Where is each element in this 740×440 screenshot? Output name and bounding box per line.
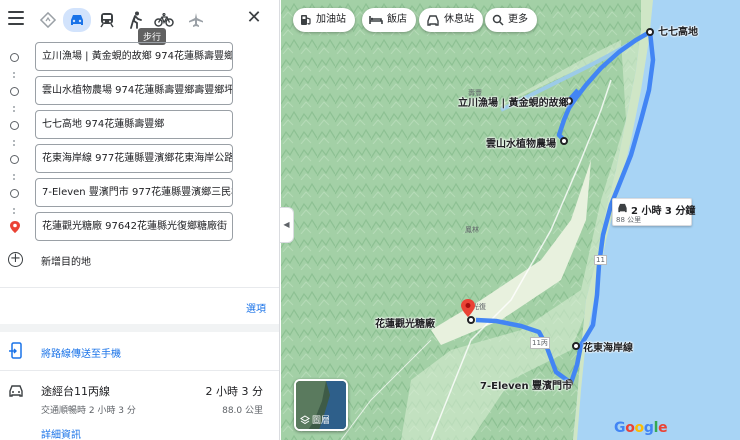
route-traffic: 交通順暢時 2 小時 3 分 bbox=[41, 406, 136, 416]
town-label: 鳳林 bbox=[465, 226, 479, 234]
callout-distance: 88 公里 bbox=[616, 216, 642, 224]
options-link[interactable]: 選項 bbox=[246, 300, 266, 315]
send-to-phone-label: 將路線傳送至手機 bbox=[41, 349, 121, 360]
plane-icon[interactable] bbox=[185, 9, 207, 31]
car-icon bbox=[9, 385, 23, 397]
travel-mode-bar: ✕ 步行 bbox=[0, 0, 279, 45]
chip-hotel[interactable]: 飯店 bbox=[362, 8, 416, 32]
divider bbox=[0, 287, 279, 288]
stop-dot-icon bbox=[10, 87, 19, 96]
route-distance: 88.0 公里 bbox=[222, 406, 263, 416]
chip-label: 休息站 bbox=[444, 14, 474, 25]
stop-input[interactable]: 花蓮觀光糖廠 97642花蓮縣光復鄉糖廠街 bbox=[35, 212, 233, 241]
map-label-lichuan[interactable]: 立川漁場 | 黃金蜆的故鄉 bbox=[458, 94, 569, 109]
chip-rest-stop[interactable]: 休息站 bbox=[419, 8, 483, 32]
route-duration: 2 小時 3 分 bbox=[205, 385, 264, 398]
send-to-phone-button[interactable]: 將路線傳送至手機 bbox=[0, 340, 279, 364]
directions-panel: ✕ 步行 立川漁場 | 黃金蜆的故鄉 974花蓮縣壽豐鄉 雲山水植物農場 974… bbox=[0, 0, 280, 440]
layers-button[interactable]: 圖層 bbox=[294, 379, 348, 431]
waypoint-marker[interactable] bbox=[646, 28, 654, 36]
map-canvas[interactable]: 加油站 飯店 休息站 更多 壽豐 鳳林 光復 11丙 11 七七高地 立川漁場 … bbox=[281, 0, 740, 440]
route-details-link[interactable]: 詳細資訊 bbox=[41, 426, 81, 440]
send-to-phone-icon bbox=[9, 342, 22, 359]
route-via: 途經台11丙線 bbox=[41, 385, 110, 398]
google-logo: Google bbox=[614, 420, 668, 436]
chip-label: 更多 bbox=[508, 14, 528, 25]
map-label-sugar[interactable]: 花蓮觀光糖廠 bbox=[375, 315, 435, 330]
gas-station-icon bbox=[301, 15, 311, 25]
map-label-seven[interactable]: 7-Eleven 豐濱門市 bbox=[480, 377, 572, 392]
stop-row: 立川漁場 | 黃金蜆的故鄉 974花蓮縣壽豐鄉 bbox=[0, 42, 279, 72]
layers-label: 圖層 bbox=[300, 413, 330, 426]
add-icon: + bbox=[8, 252, 23, 267]
best-route-icon[interactable] bbox=[37, 9, 59, 31]
road-shield: 11丙 bbox=[530, 337, 550, 349]
destination-pin-icon bbox=[10, 221, 20, 233]
waypoint-marker[interactable] bbox=[560, 137, 568, 145]
map-label-coast[interactable]: 花東海岸線 bbox=[583, 339, 633, 354]
stop-dot-icon bbox=[10, 121, 19, 130]
chip-label: 加油站 bbox=[316, 14, 346, 25]
train-icon[interactable] bbox=[96, 9, 118, 31]
stop-row: 七七高地 974花蓮縣壽豐鄉 bbox=[0, 110, 279, 140]
chip-more[interactable]: 更多 bbox=[485, 8, 537, 32]
stop-input[interactable]: 雲山水植物農場 974花蓮縣壽豐鄉壽豐鄉坪路 bbox=[35, 76, 233, 105]
stop-dot-icon bbox=[10, 53, 19, 62]
add-destination-label: 新增目的地 bbox=[41, 257, 91, 268]
layers-icon bbox=[300, 414, 310, 424]
waypoint-marker[interactable] bbox=[572, 342, 580, 350]
chip-label: 飯店 bbox=[387, 14, 407, 25]
chip-gas-station[interactable]: 加油站 bbox=[293, 8, 355, 32]
car-icon bbox=[618, 203, 627, 213]
route-option[interactable]: 途經台11丙線 2 小時 3 分 交通順暢時 2 小時 3 分 88.0 公里 … bbox=[0, 380, 279, 440]
stop-row: 花蓮觀光糖廠 97642花蓮縣光復鄉糖廠街 bbox=[0, 212, 279, 242]
add-destination-button[interactable]: + 新增目的地 bbox=[0, 250, 279, 272]
car-icon[interactable] bbox=[63, 8, 91, 32]
rest-stop-icon bbox=[427, 15, 439, 26]
stop-row: 雲山水植物農場 974花蓮縣壽豐鄉壽豐鄉坪路 bbox=[0, 76, 279, 106]
stop-input[interactable]: 七七高地 974花蓮縣壽豐鄉 bbox=[35, 110, 233, 139]
stop-input[interactable]: 花東海岸線 977花蓮縣豐濱鄉花東海岸公路 bbox=[35, 144, 233, 173]
stop-row: 花東海岸線 977花蓮縣豐濱鄉花東海岸公路 bbox=[0, 144, 279, 174]
route-duration-callout[interactable]: 2 小時 3 分鐘 88 公里 bbox=[612, 198, 695, 226]
hotel-icon bbox=[369, 16, 383, 24]
section-separator bbox=[0, 324, 279, 332]
stop-input[interactable]: 7-Eleven 豐濱門市 977花蓮縣豐濱鄉三民村 bbox=[35, 178, 233, 207]
waypoint-marker[interactable] bbox=[467, 316, 475, 324]
stop-dot-icon bbox=[10, 189, 19, 198]
close-icon[interactable]: ✕ bbox=[246, 8, 262, 28]
destination-pin-icon[interactable] bbox=[461, 299, 475, 317]
collapse-panel-button[interactable]: ◀ bbox=[280, 207, 294, 243]
menu-icon[interactable] bbox=[8, 11, 24, 25]
stop-input[interactable]: 立川漁場 | 黃金蜆的故鄉 974花蓮縣壽豐鄉 bbox=[35, 42, 233, 71]
divider bbox=[0, 370, 279, 371]
map-label-yunshan[interactable]: 雲山水植物農場 bbox=[486, 135, 556, 150]
road-shield: 11 bbox=[594, 255, 607, 265]
map-label-qiqi[interactable]: 七七高地 bbox=[658, 23, 698, 38]
stop-row: 7-Eleven 豐濱門市 977花蓮縣豐濱鄉三民村 bbox=[0, 178, 279, 208]
stop-dot-icon bbox=[10, 155, 19, 164]
search-icon bbox=[492, 14, 504, 26]
